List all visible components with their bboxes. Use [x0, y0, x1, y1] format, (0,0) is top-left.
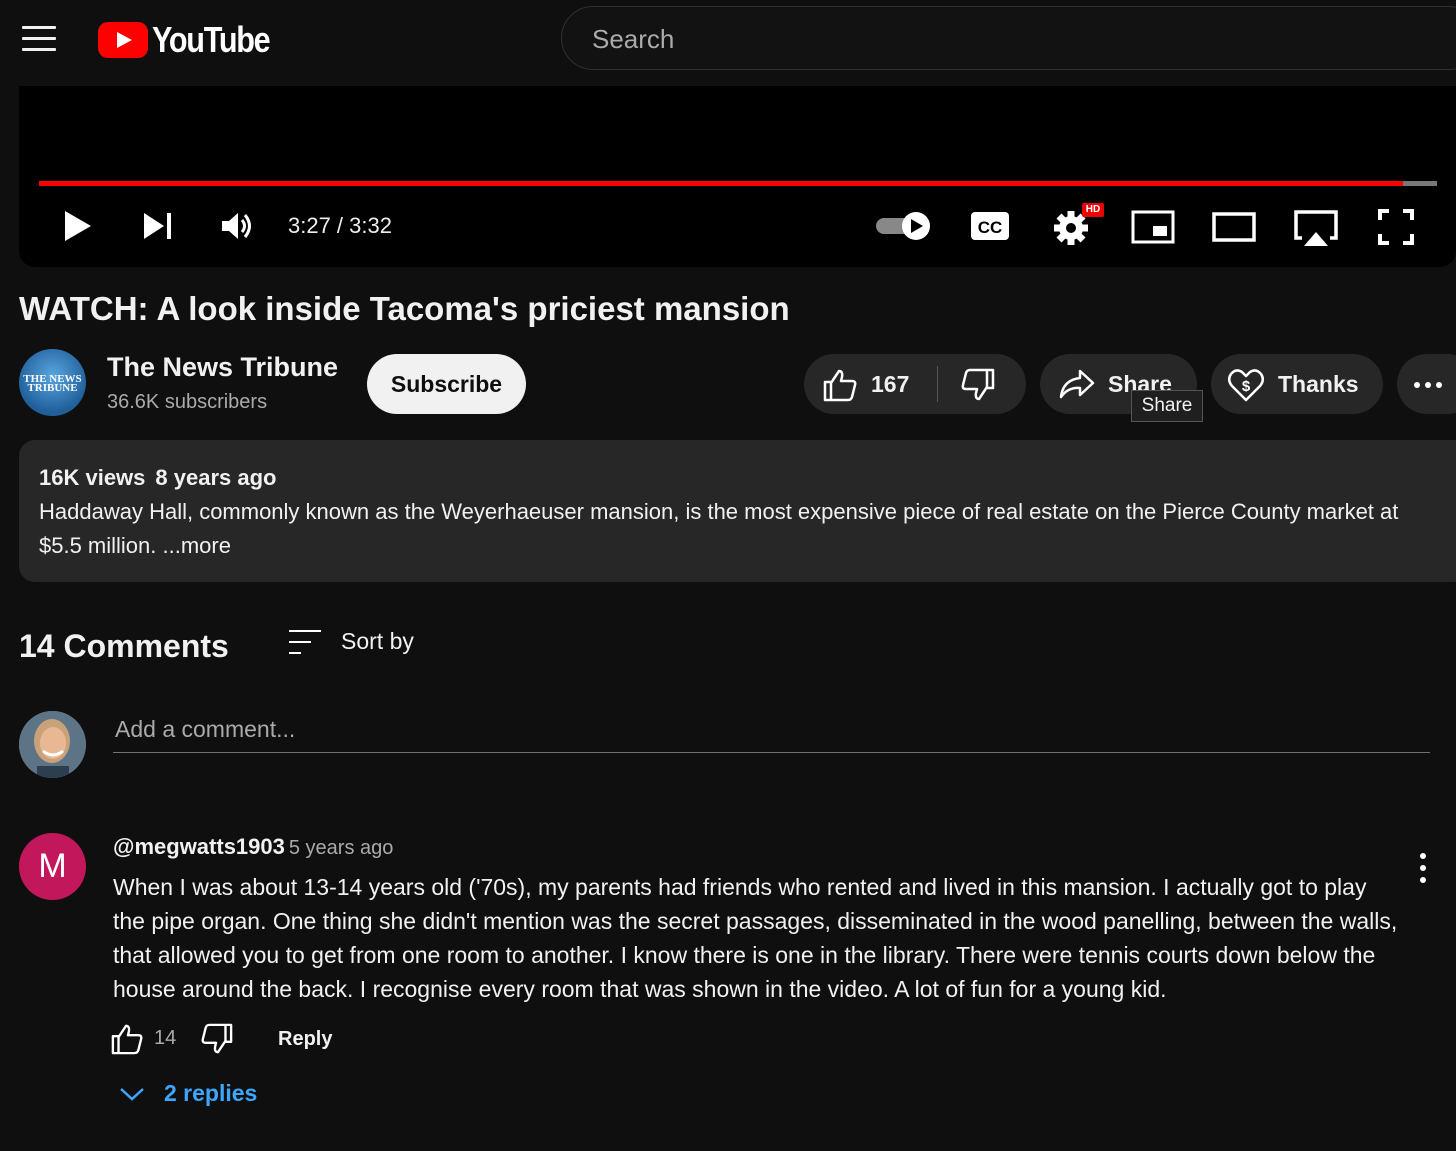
fullscreen-icon[interactable] [1377, 208, 1415, 246]
youtube-play-icon [98, 22, 148, 58]
like-divider [937, 366, 938, 402]
comment-like-count: 14 [154, 1027, 177, 1049]
subscriber-count: 36.6K subscribers [107, 391, 268, 413]
avatar-logo-line2: TRIBUNE [27, 382, 78, 394]
heart-dollar-icon: $ [1228, 369, 1264, 402]
thumbs-down-icon[interactable] [960, 368, 996, 402]
svg-text:$: $ [1242, 378, 1251, 395]
progress-bar-played [39, 181, 1404, 186]
more-actions-button[interactable] [1397, 354, 1456, 414]
thanks-button[interactable]: $ Thanks [1211, 354, 1383, 414]
play-icon[interactable] [63, 210, 93, 242]
channel-name[interactable]: The News Tribune [107, 352, 338, 383]
airplay-icon[interactable] [1292, 208, 1340, 248]
comment-thumbs-up-icon[interactable] [110, 1023, 144, 1055]
replies-label: 2 replies [164, 1080, 258, 1106]
channel-avatar-logo: THE NEWS TRIBUNE [19, 374, 86, 394]
description-meta: 16K views 8 years ago [39, 465, 286, 491]
subscribe-button[interactable]: Subscribe [367, 354, 526, 414]
like-dislike-group: 167 [804, 354, 1026, 414]
view-count: 16K views [39, 465, 146, 490]
reply-button[interactable]: Reply [268, 1019, 342, 1059]
theater-mode-icon[interactable] [1212, 212, 1256, 242]
autoplay-toggle-icon[interactable] [874, 210, 934, 242]
view-replies-button[interactable]: 2 replies [118, 1080, 257, 1107]
svg-text:CC: CC [978, 218, 1003, 237]
next-icon[interactable] [142, 212, 174, 240]
comment-text: When I was about 13-14 years old ('70s),… [113, 874, 1398, 1002]
share-tooltip: Share [1131, 390, 1203, 422]
add-comment-field[interactable] [113, 710, 1434, 753]
sort-icon [289, 629, 321, 654]
description-text: Haddaway Hall, commonly known as the Wey… [39, 495, 1419, 563]
description-more-link[interactable]: ...more [163, 533, 231, 558]
sort-by-button[interactable]: Sort by [289, 628, 414, 655]
comment-header: @megwatts1903 5 years ago [113, 834, 393, 860]
thumbs-up-icon[interactable] [822, 368, 858, 402]
sort-by-label: Sort by [341, 628, 414, 654]
like-count[interactable]: 167 [871, 371, 909, 398]
more-horizontal-icon [1414, 382, 1442, 388]
comment-more-vertical-icon[interactable] [1410, 850, 1436, 886]
upload-age: 8 years ago [155, 465, 277, 490]
thanks-label: Thanks [1278, 371, 1359, 397]
search-box[interactable] [561, 6, 1456, 70]
channel-avatar[interactable]: THE NEWS TRIBUNE [19, 349, 86, 416]
miniplayer-icon[interactable] [1131, 210, 1175, 244]
video-title: WATCH: A look inside Tacoma's priciest m… [19, 290, 790, 327]
search-input[interactable] [590, 21, 1394, 57]
youtube-logo[interactable]: YouTube [98, 19, 290, 60]
time-display: 3:27 / 3:32 [288, 213, 392, 238]
share-arrow-icon [1059, 369, 1095, 399]
closed-captions-icon[interactable]: CC [970, 210, 1010, 242]
comment-thumbs-down-icon[interactable] [200, 1023, 234, 1055]
volume-icon[interactable] [220, 210, 256, 242]
hd-badge: HD [1082, 203, 1104, 217]
comment-author-avatar[interactable]: M [19, 833, 86, 900]
logo-text: YouTube [152, 19, 271, 60]
add-comment-input[interactable] [113, 710, 1434, 748]
menu-icon[interactable] [22, 26, 56, 52]
comments-count: 14 Comments [19, 628, 229, 664]
video-player[interactable]: 3:27 / 3:32 CC HD [19, 86, 1456, 267]
progress-bar[interactable] [39, 181, 1437, 186]
comment-author[interactable]: @megwatts1903 [113, 834, 285, 859]
user-avatar [19, 711, 86, 778]
comment-time[interactable]: 5 years ago [289, 837, 394, 859]
description-box[interactable]: 16K views 8 years ago Haddaway Hall, comm… [19, 440, 1456, 582]
description-body: Haddaway Hall, commonly known as the Wey… [39, 499, 1399, 558]
user-photo-icon [19, 711, 86, 778]
chevron-down-icon [120, 1087, 144, 1101]
